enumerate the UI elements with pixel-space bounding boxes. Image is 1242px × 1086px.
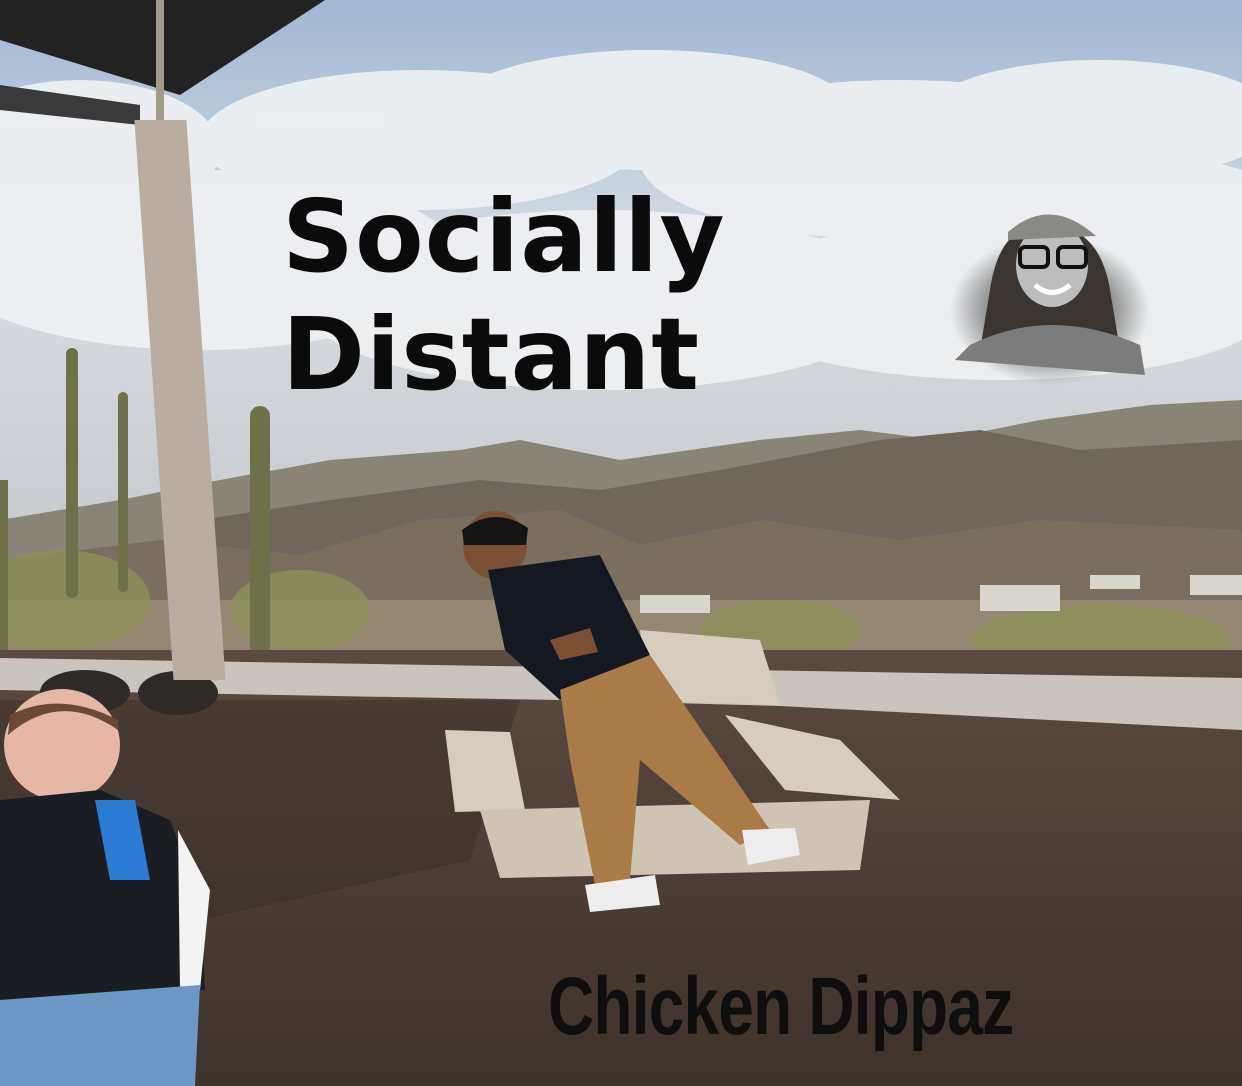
album-title: Socially Distant <box>282 178 842 414</box>
album-title-line-1: Socially <box>282 178 726 295</box>
album-title-line-2: Distant <box>282 296 701 413</box>
album-cover: Socially Distant Chicken Dippaz <box>0 0 1242 1086</box>
artist-name: Chicken Dippaz <box>548 961 1014 1052</box>
cover-photo <box>0 0 1242 1086</box>
